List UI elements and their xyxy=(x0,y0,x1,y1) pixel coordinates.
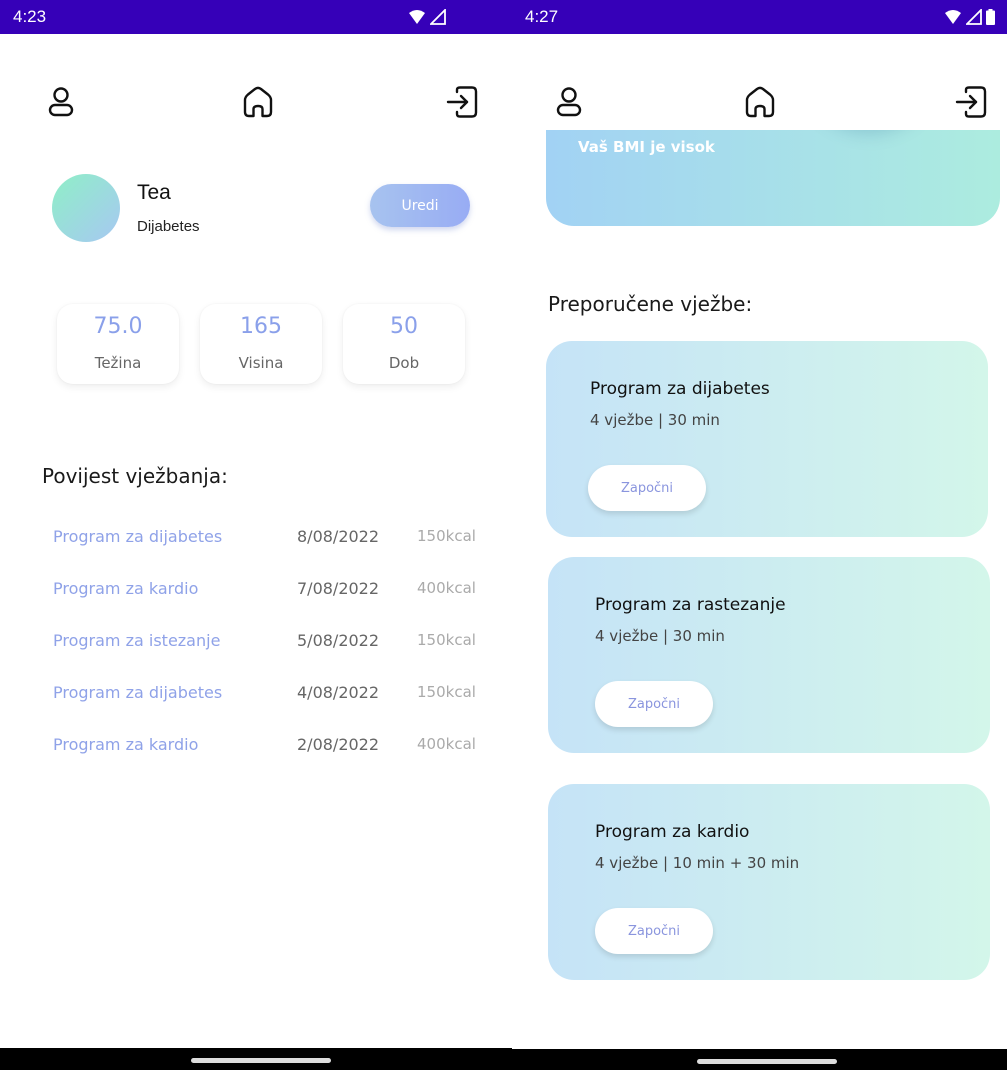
history-row[interactable]: Program za dijabetes 8/08/2022 150kcal xyxy=(53,527,503,553)
home-icon[interactable] xyxy=(743,85,777,119)
stat-label: Dob xyxy=(388,354,420,372)
exercises-screen: Vaš BMI je visok 4:27 Preporučene vježbe… xyxy=(512,0,1007,1070)
history-date: 2/08/2022 xyxy=(297,735,380,754)
status-icons xyxy=(408,9,446,25)
stat-card-age: 50 Dob xyxy=(343,304,465,384)
status-icons xyxy=(944,9,995,25)
stat-value: 75.0 xyxy=(93,314,143,339)
stat-label: Visina xyxy=(238,354,284,372)
history-kcal: 400kcal xyxy=(417,579,476,597)
status-bar: 4:23 xyxy=(0,0,512,34)
home-indicator[interactable] xyxy=(191,1058,331,1063)
profile-icon[interactable] xyxy=(44,85,78,119)
start-button[interactable]: Započni xyxy=(595,908,713,954)
history-date: 7/08/2022 xyxy=(297,579,380,598)
status-time: 4:23 xyxy=(13,7,47,26)
home-indicator[interactable] xyxy=(697,1059,837,1064)
stat-card-height: 165 Visina xyxy=(200,304,322,384)
signal-icon xyxy=(430,9,446,25)
start-button[interactable]: Započni xyxy=(595,681,713,727)
program-meta: 4 vježbe | 30 min xyxy=(590,411,720,429)
user-name: Tea xyxy=(137,181,171,204)
program-title: Program za rastezanje xyxy=(595,595,786,615)
history-date: 8/08/2022 xyxy=(297,527,380,546)
history-row[interactable]: Program za kardio 2/08/2022 400kcal xyxy=(53,735,503,761)
bmi-status-text: Vaš BMI je visok xyxy=(578,138,715,156)
profile-screen: 4:23 Tea Dijabetes Uredi 75.0 Težina 165… xyxy=(0,0,512,1070)
history-program: Program za kardio xyxy=(53,735,199,754)
program-title: Program za kardio xyxy=(595,822,750,842)
history-program: Program za kardio xyxy=(53,579,199,598)
home-icon[interactable] xyxy=(241,85,275,119)
program-card-rastezanje[interactable]: Program za rastezanje 4 vježbe | 30 min … xyxy=(548,557,990,753)
logout-icon[interactable] xyxy=(954,85,988,119)
start-button[interactable]: Započni xyxy=(588,465,706,511)
stat-value: 165 xyxy=(240,314,282,339)
program-card-dijabetes[interactable]: Program za dijabetes 4 vježbe | 30 min Z… xyxy=(546,341,988,537)
history-date: 4/08/2022 xyxy=(297,683,380,702)
history-program: Program za dijabetes xyxy=(53,683,223,702)
stat-value: 50 xyxy=(390,314,418,339)
logout-icon[interactable] xyxy=(445,85,479,119)
history-program: Program za istezanje xyxy=(53,631,221,650)
history-kcal: 150kcal xyxy=(417,527,476,545)
edit-profile-button[interactable]: Uredi xyxy=(370,184,470,227)
program-card-kardio[interactable]: Program za kardio 4 vježbe | 10 min + 30… xyxy=(548,784,990,980)
history-date: 5/08/2022 xyxy=(297,631,380,650)
program-meta: 4 vježbe | 10 min + 30 min xyxy=(595,854,800,872)
history-kcal: 150kcal xyxy=(417,683,476,701)
status-bar: 4:27 xyxy=(512,0,1007,34)
history-row[interactable]: Program za dijabetes 4/08/2022 150kcal xyxy=(53,683,503,709)
battery-icon xyxy=(986,9,995,25)
recommended-title: Preporučene vježbe: xyxy=(548,292,753,316)
status-time: 4:27 xyxy=(525,7,559,26)
profile-icon[interactable] xyxy=(552,85,586,119)
avatar[interactable] xyxy=(52,174,120,242)
signal-icon xyxy=(966,9,982,25)
stat-label: Težina xyxy=(94,354,142,372)
program-title: Program za dijabetes xyxy=(590,379,770,399)
wifi-icon xyxy=(945,10,961,24)
stat-card-weight: 75.0 Težina xyxy=(57,304,179,384)
history-kcal: 150kcal xyxy=(417,631,476,649)
history-program: Program za dijabetes xyxy=(53,527,223,546)
program-meta: 4 vježbe | 30 min xyxy=(595,627,725,645)
history-kcal: 400kcal xyxy=(417,735,476,753)
history-title: Povijest vježbanja: xyxy=(42,464,228,488)
history-row[interactable]: Program za istezanje 5/08/2022 150kcal xyxy=(53,631,503,657)
history-row[interactable]: Program za kardio 7/08/2022 400kcal xyxy=(53,579,503,605)
navigation-bar xyxy=(512,1049,1007,1070)
navigation-bar xyxy=(0,1048,512,1070)
wifi-icon xyxy=(409,10,425,24)
user-condition: Dijabetes xyxy=(137,218,200,235)
